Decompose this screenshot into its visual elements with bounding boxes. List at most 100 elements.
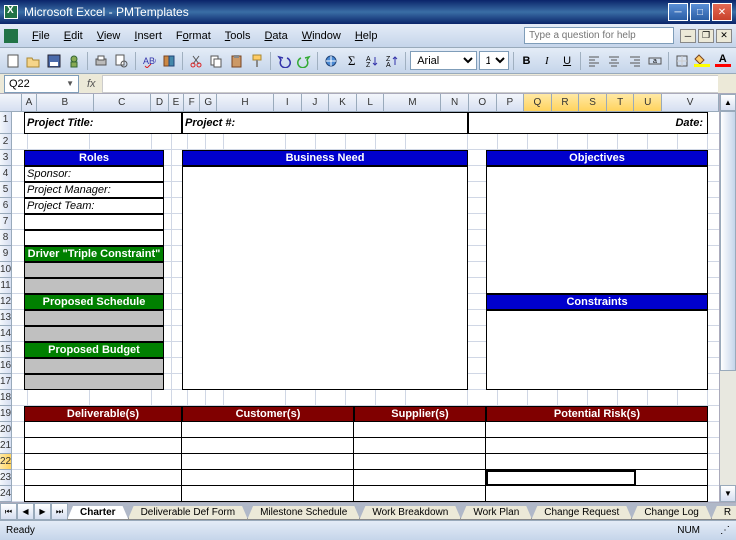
sheet-tab-work-breakdown[interactable]: Work Breakdown <box>359 506 461 520</box>
col-header-D[interactable]: D <box>151 94 169 111</box>
deliverables-body[interactable] <box>24 422 182 502</box>
print-icon[interactable] <box>92 50 110 72</box>
row-header-14[interactable]: 14 <box>0 326 12 342</box>
row-header-16[interactable]: 16 <box>0 358 12 374</box>
sheet-tab-deliverable-def-form[interactable]: Deliverable Def Form <box>128 506 248 520</box>
row-header-24[interactable]: 24 <box>0 486 12 502</box>
col-header-V[interactable]: V <box>662 94 719 111</box>
menu-tools[interactable]: Tools <box>219 28 257 44</box>
help-search-input[interactable] <box>524 27 674 44</box>
format-painter-icon[interactable] <box>248 50 266 72</box>
excel-doc-icon[interactable] <box>4 29 18 43</box>
worksheet-grid[interactable]: ABCDEFGHIJKLMNOPQRSTUV 12345678910111213… <box>0 94 719 502</box>
row-header-22[interactable]: 22 <box>0 454 12 470</box>
col-header-M[interactable]: M <box>384 94 441 111</box>
tab-nav-next[interactable]: ▶ <box>34 503 51 520</box>
doc-close-button[interactable]: ✕ <box>716 29 732 43</box>
row-header-5[interactable]: 5 <box>0 182 12 198</box>
col-header-E[interactable]: E <box>169 94 184 111</box>
customers-body[interactable] <box>182 422 354 502</box>
triple-constraint-body-2[interactable] <box>24 278 164 294</box>
permission-icon[interactable] <box>65 50 83 72</box>
align-left-icon[interactable] <box>585 50 603 72</box>
paste-icon[interactable] <box>227 50 245 72</box>
sheet-tab-r[interactable]: R <box>711 506 736 520</box>
row-header-4[interactable]: 4 <box>0 166 12 182</box>
menu-edit[interactable]: Edit <box>58 28 89 44</box>
close-button[interactable]: ✕ <box>712 3 732 21</box>
col-header-N[interactable]: N <box>441 94 469 111</box>
vscroll-thumb[interactable] <box>720 111 736 371</box>
col-header-F[interactable]: F <box>184 94 201 111</box>
cut-icon[interactable] <box>187 50 205 72</box>
row-header-10[interactable]: 10 <box>0 262 12 278</box>
col-header-P[interactable]: P <box>497 94 525 111</box>
col-header-C[interactable]: C <box>94 94 151 111</box>
sheet-tab-change-request[interactable]: Change Request <box>531 506 632 520</box>
borders-icon[interactable] <box>673 50 691 72</box>
font-size-select[interactable]: 10 <box>479 51 509 70</box>
doc-restore-button[interactable]: ❐ <box>698 29 714 43</box>
research-icon[interactable] <box>160 50 178 72</box>
redo-icon[interactable] <box>295 50 313 72</box>
scroll-up-button[interactable]: ▲ <box>720 94 736 111</box>
sort-asc-icon[interactable]: AZ <box>363 50 381 72</box>
col-header-T[interactable]: T <box>607 94 635 111</box>
col-header-G[interactable]: G <box>200 94 217 111</box>
menu-format[interactable]: Format <box>170 28 217 44</box>
italic-button[interactable]: I <box>538 50 556 72</box>
business-need-body[interactable] <box>182 166 468 390</box>
fill-color-icon[interactable] <box>693 50 711 72</box>
menu-help[interactable]: Help <box>349 28 384 44</box>
col-header-K[interactable]: K <box>329 94 357 111</box>
align-center-icon[interactable] <box>605 50 623 72</box>
sort-desc-icon[interactable]: ZA <box>383 50 401 72</box>
constraints-body[interactable] <box>486 310 708 390</box>
objectives-body[interactable] <box>486 166 708 294</box>
col-header-O[interactable]: O <box>469 94 497 111</box>
underline-button[interactable]: U <box>558 50 576 72</box>
tab-nav-last[interactable]: ⏭ <box>51 503 68 520</box>
row-header-15[interactable]: 15 <box>0 342 12 358</box>
maximize-button[interactable]: □ <box>690 3 710 21</box>
row-header-2[interactable]: 2 <box>0 134 12 150</box>
spelling-icon[interactable]: ABC <box>139 50 157 72</box>
proposed-schedule-body-1[interactable] <box>24 310 164 326</box>
menu-file[interactable]: File <box>26 28 56 44</box>
formula-input[interactable] <box>102 75 718 93</box>
col-header-I[interactable]: I <box>274 94 302 111</box>
row-header-19[interactable]: 19 <box>0 406 12 422</box>
row-header-8[interactable]: 8 <box>0 230 12 246</box>
col-header-A[interactable]: A <box>22 94 37 111</box>
proposed-budget-body-2[interactable] <box>24 374 164 390</box>
save-icon[interactable] <box>45 50 63 72</box>
row-header-11[interactable]: 11 <box>0 278 12 294</box>
vertical-scrollbar[interactable]: ▲ ▼ <box>719 94 736 502</box>
merge-center-icon[interactable]: a <box>646 50 664 72</box>
row-header-20[interactable]: 20 <box>0 422 12 438</box>
row-header-13[interactable]: 13 <box>0 310 12 326</box>
col-header-L[interactable]: L <box>357 94 385 111</box>
sheet-tab-work-plan[interactable]: Work Plan <box>460 506 532 520</box>
minimize-button[interactable]: ─ <box>668 3 688 21</box>
active-cell[interactable] <box>486 470 636 486</box>
risks-body[interactable] <box>486 422 708 502</box>
copy-icon[interactable] <box>207 50 225 72</box>
row-header-21[interactable]: 21 <box>0 438 12 454</box>
col-header-B[interactable]: B <box>37 94 94 111</box>
undo-icon[interactable] <box>275 50 293 72</box>
bold-button[interactable]: B <box>517 50 535 72</box>
col-header-R[interactable]: R <box>552 94 580 111</box>
col-header-H[interactable]: H <box>217 94 274 111</box>
col-header-U[interactable]: U <box>634 94 662 111</box>
name-box[interactable]: Q22 ▼ <box>4 75 79 93</box>
suppliers-body[interactable] <box>354 422 486 502</box>
font-name-select[interactable]: Arial <box>410 51 476 70</box>
scroll-down-button[interactable]: ▼ <box>720 485 736 502</box>
row-header-18[interactable]: 18 <box>0 390 12 406</box>
row-header-3[interactable]: 3 <box>0 150 12 166</box>
tab-nav-prev[interactable]: ◀ <box>17 503 34 520</box>
name-box-dropdown-icon[interactable]: ▼ <box>66 79 74 88</box>
roles-blank-2[interactable] <box>24 230 164 246</box>
col-header-Q[interactable]: Q <box>524 94 552 111</box>
